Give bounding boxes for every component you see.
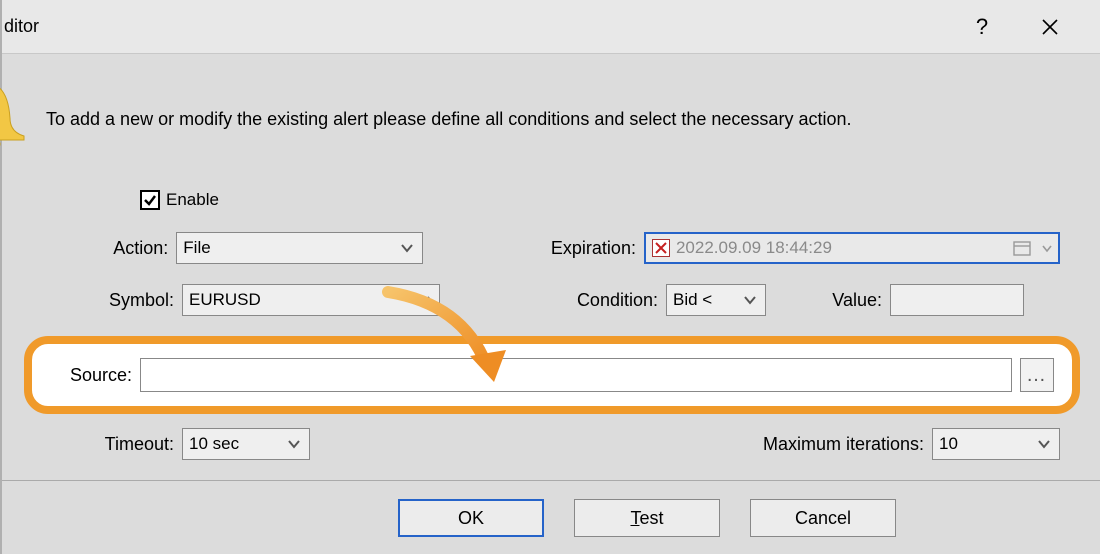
action-expiration-row: Action: File Expiration: 2022.09.09 18:4… [54, 232, 1060, 264]
condition-combo[interactable]: Bid < [666, 284, 766, 316]
symbol-condition-row: Symbol: EURUSD Condition: Bid < Value: [54, 284, 1060, 316]
close-icon [1041, 18, 1059, 36]
source-input[interactable] [140, 358, 1012, 392]
chevron-down-icon [417, 290, 431, 310]
symbol-label: Symbol: [54, 290, 174, 311]
timeout-combo[interactable]: 10 sec [182, 428, 310, 460]
close-button[interactable] [1032, 9, 1068, 45]
action-label: Action: [54, 238, 168, 259]
enable-row: Enable [140, 190, 1060, 210]
value-input[interactable] [890, 284, 1024, 316]
chevron-down-icon [287, 434, 301, 454]
dialog-content: To add a new or modify the existing aler… [2, 54, 1100, 557]
help-button[interactable]: ? [964, 9, 1000, 45]
title-controls: ? [964, 9, 1092, 45]
x-icon [655, 242, 667, 254]
cancel-label: Cancel [795, 508, 851, 529]
intro-text: To add a new or modify the existing aler… [46, 109, 851, 130]
test-label: Test [630, 508, 663, 529]
bell-icon [0, 84, 28, 154]
form-area: Enable Action: File Expiration: 2022.09.… [2, 190, 1060, 537]
timeout-value: 10 sec [189, 434, 239, 454]
action-value: File [183, 238, 210, 258]
source-highlight: Source: … [24, 336, 1080, 414]
chevron-down-icon [743, 290, 757, 310]
value-label: Value: [822, 290, 882, 311]
chevron-down-icon [1037, 434, 1051, 454]
source-label: Source: [32, 365, 132, 386]
titlebar: ditor ? [2, 0, 1100, 54]
browse-button[interactable]: … [1020, 358, 1054, 392]
max-iterations-value: 10 [939, 434, 958, 454]
ok-button[interactable]: OK [398, 499, 544, 537]
symbol-value: EURUSD [189, 290, 261, 310]
condition-value: Bid < [673, 290, 712, 310]
enable-checkbox[interactable] [140, 190, 160, 210]
ok-label: OK [458, 508, 484, 529]
calendar-icon [1013, 240, 1031, 256]
button-row: OK Test Cancel [54, 499, 1060, 537]
cancel-button[interactable]: Cancel [750, 499, 896, 537]
chevron-down-icon [400, 238, 414, 258]
test-button[interactable]: Test [574, 499, 720, 537]
timeout-label: Timeout: [54, 434, 174, 455]
max-iterations-label: Maximum iterations: [763, 434, 924, 455]
enable-label: Enable [166, 190, 219, 210]
expiration-label: Expiration: [541, 238, 636, 259]
action-combo[interactable]: File [176, 232, 422, 264]
chevron-down-icon [1042, 238, 1052, 258]
window-title: ditor [2, 16, 39, 37]
calendar-button[interactable] [1010, 237, 1034, 259]
symbol-combo[interactable]: EURUSD [182, 284, 440, 316]
clear-expiration-button[interactable] [652, 239, 670, 257]
timeout-maxiter-row: Timeout: 10 sec Maximum iterations: 10 [54, 428, 1060, 460]
expiration-value: 2022.09.09 18:44:29 [676, 238, 1004, 258]
max-iterations-combo[interactable]: 10 [932, 428, 1060, 460]
alert-editor-dialog: ditor ? To add a new or modify the exist… [0, 0, 1100, 554]
intro-row: To add a new or modify the existing aler… [2, 84, 1060, 154]
condition-label: Condition: [558, 290, 658, 311]
divider [2, 480, 1100, 481]
expiration-field[interactable]: 2022.09.09 18:44:29 [644, 232, 1060, 264]
check-icon [143, 193, 157, 207]
